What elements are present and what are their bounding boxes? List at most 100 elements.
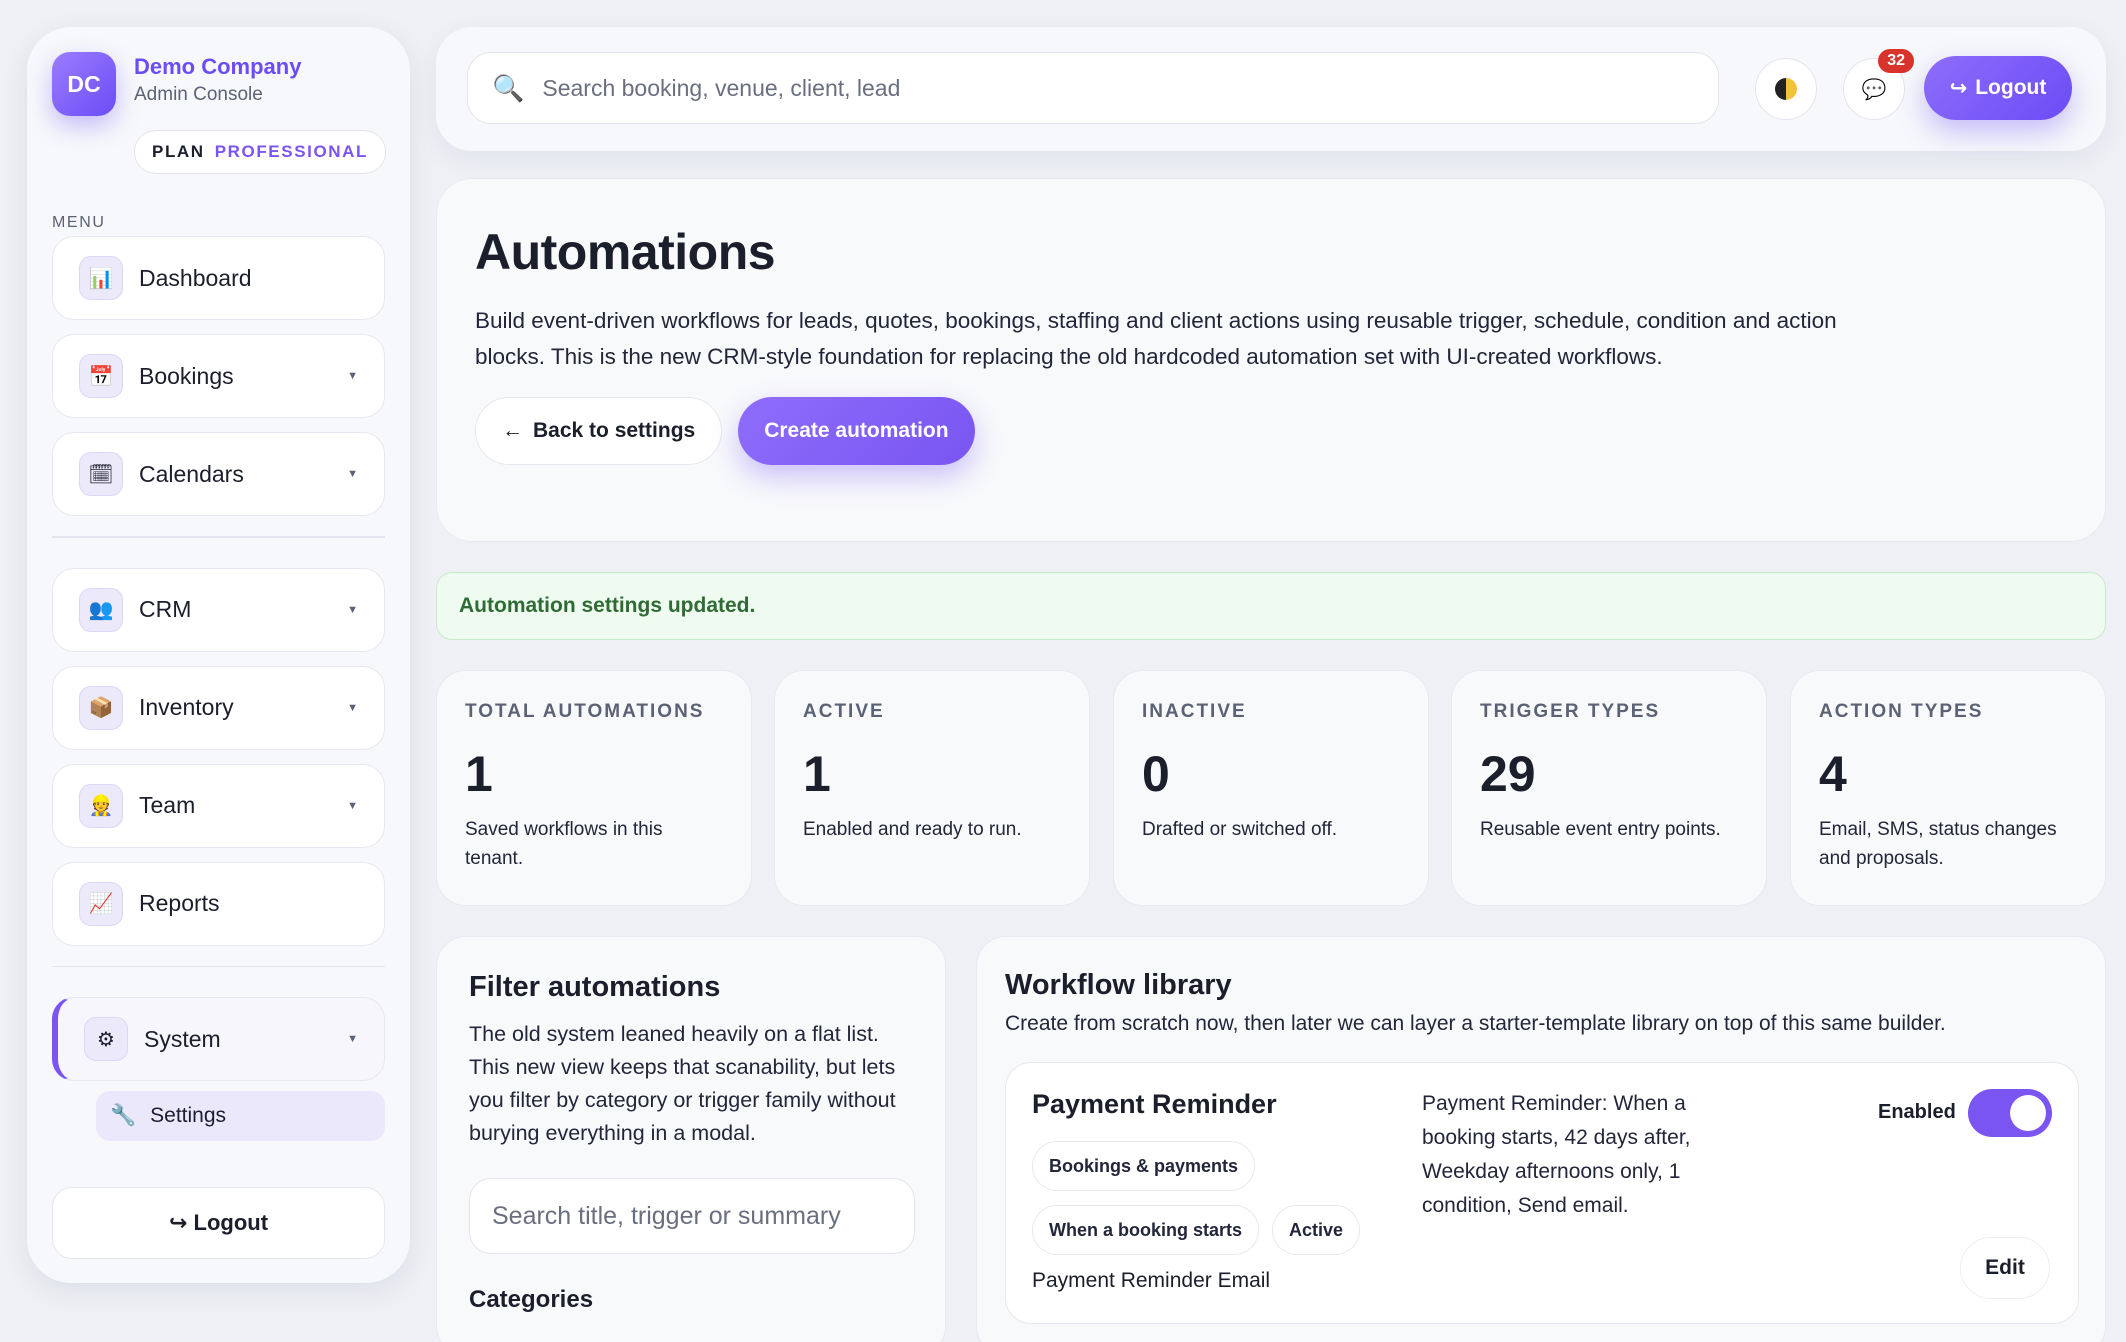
stat-label: ACTIVE xyxy=(803,701,885,722)
sidebar-nav: 📊 Dashboard 📅 Bookings ▼ 🗓 Calendars ▼ 👥… xyxy=(52,236,385,1141)
filter-panel: Filter automations The old system leaned… xyxy=(436,936,946,1342)
success-alert: Automation settings updated. xyxy=(436,572,2106,640)
sidebar-item-system[interactable]: ⚙ System ▼ xyxy=(52,997,385,1081)
status-tag: Active xyxy=(1272,1205,1361,1255)
stat-label: TOTAL AUTOMATIONS xyxy=(465,701,705,722)
sidebar-item-label: Bookings xyxy=(139,362,234,389)
caret-down-icon: ▼ xyxy=(347,370,358,382)
stat-description: Saved workflows in this tenant. xyxy=(465,819,663,869)
workflow-email-name: Payment Reminder Email xyxy=(1032,1269,1271,1292)
sidebar-item-team[interactable]: 👷 Team ▼ xyxy=(52,763,385,848)
stat-card-active: ACTIVE 1 Enabled and ready to run. xyxy=(774,670,1090,906)
sidebar: DC Demo Company Admin Console PLAN PROFE… xyxy=(27,27,410,1283)
filter-search-input[interactable] xyxy=(492,1201,892,1231)
create-automation-button[interactable]: Create automation xyxy=(738,397,975,465)
sidebar-item-bookings[interactable]: 📅 Bookings ▼ xyxy=(52,334,385,418)
back-label: Back to settings xyxy=(533,419,696,442)
sidebar-item-label: Reports xyxy=(139,890,220,916)
sidebar-item-inventory[interactable]: 📦 Inventory ▼ xyxy=(52,665,385,750)
gear-icon: ⚙ xyxy=(84,1017,128,1061)
search-icon: 🔍 xyxy=(492,72,525,103)
back-to-settings-button[interactable]: ← Back to settings xyxy=(475,397,723,465)
sidebar-item-label: Team xyxy=(139,792,196,818)
stat-description: Email, SMS, status changes and proposals… xyxy=(1819,819,2057,869)
sidebar-subitem-label: Settings xyxy=(150,1104,227,1127)
sidebar-item-reports[interactable]: 📈 Reports xyxy=(52,861,385,946)
filter-title: Filter automations xyxy=(469,971,721,1003)
caret-down-icon: ▼ xyxy=(347,799,358,812)
logout-icon: ↪ xyxy=(1949,76,1968,100)
stat-card-trigger-types: TRIGGER TYPES 29 Reusable event entry po… xyxy=(1451,670,1767,906)
page-header: Automations Build event-driven workflows… xyxy=(436,178,2106,542)
caret-down-icon: ▼ xyxy=(347,1033,358,1045)
stat-label: TRIGGER TYPES xyxy=(1480,701,1661,722)
sidebar-item-crm[interactable]: 👥 CRM ▼ xyxy=(52,567,385,652)
caret-down-icon: ▼ xyxy=(347,701,358,714)
plan-label: PLAN xyxy=(152,142,205,161)
workflow-summary: Payment Reminder: When a booking starts,… xyxy=(1422,1092,1691,1217)
theme-icon xyxy=(1775,78,1797,100)
library-subtitle: Create from scratch now, then later we c… xyxy=(1005,1012,1946,1035)
company-subtitle: Admin Console xyxy=(134,84,263,105)
calendar-page-icon: 🗓 xyxy=(79,452,123,496)
notification-badge: 32 xyxy=(1878,49,1914,73)
page-description: Build event-driven workflows for leads, … xyxy=(475,308,1837,369)
stat-value: 29 xyxy=(1480,746,1536,802)
library-title: Workflow library xyxy=(1005,969,1232,1001)
stat-label: ACTION TYPES xyxy=(1819,701,1984,722)
enabled-toggle[interactable] xyxy=(1968,1089,2052,1137)
stat-description: Drafted or switched off. xyxy=(1142,819,1338,840)
caret-down-icon: ▼ xyxy=(347,468,358,480)
filter-search[interactable] xyxy=(469,1178,915,1254)
menu-title: MENU xyxy=(52,214,106,231)
company-logo: DC xyxy=(52,52,116,116)
caret-down-icon: ▼ xyxy=(347,603,358,616)
stat-card-total: TOTAL AUTOMATIONS 1 Saved workflows in t… xyxy=(436,670,752,906)
workflow-card[interactable]: Payment Reminder Bookings & payments Whe… xyxy=(1005,1062,2079,1324)
logout-label: Logout xyxy=(193,1210,269,1235)
search-input[interactable] xyxy=(542,74,1694,102)
stat-value: 4 xyxy=(1819,746,1847,802)
logout-label: Logout xyxy=(1975,76,2047,99)
header-actions: ← Back to settings Create automation xyxy=(475,397,2067,465)
sidebar-item-dashboard[interactable]: 📊 Dashboard xyxy=(52,236,385,320)
stat-value: 1 xyxy=(465,746,493,802)
enabled-label: Enabled xyxy=(1878,1101,1956,1123)
edit-workflow-button[interactable]: Edit xyxy=(1960,1237,2050,1299)
sidebar-item-label: Inventory xyxy=(139,694,234,720)
plan-badge: PLAN PROFESSIONAL xyxy=(134,130,387,174)
global-search[interactable]: 🔍 xyxy=(467,52,1719,124)
chat-bubble-icon: 💬 xyxy=(1861,78,1887,101)
sidebar-item-calendars[interactable]: 🗓 Calendars ▼ xyxy=(52,432,385,516)
logout-icon: ↪ xyxy=(168,1210,194,1235)
page-title: Automations xyxy=(475,224,776,280)
theme-toggle-button[interactable] xyxy=(1755,58,1817,120)
stat-description: Enabled and ready to run. xyxy=(803,819,1022,840)
users-icon: 👥 xyxy=(79,587,123,632)
sidebar-logout-button[interactable]: ↪ Logout xyxy=(52,1187,385,1259)
workflow-library: Workflow library Create from scratch now… xyxy=(976,936,2106,1342)
wrench-icon: 🔧 xyxy=(110,1104,137,1127)
sidebar-subitem-settings[interactable]: 🔧 Settings xyxy=(96,1091,385,1141)
package-icon: 📦 xyxy=(79,685,123,730)
plan-value: PROFESSIONAL xyxy=(214,142,369,161)
logout-button[interactable]: ↪ Logout xyxy=(1924,56,2072,120)
stat-card-action-types: ACTION TYPES 4 Email, SMS, status change… xyxy=(1790,670,2106,906)
workflow-name: Payment Reminder xyxy=(1032,1089,1277,1119)
topbar: 🔍 💬 32 ↪ Logout xyxy=(436,27,2106,151)
team-member-icon: 👷 xyxy=(79,783,123,828)
sidebar-item-label: Dashboard xyxy=(139,264,252,291)
divider xyxy=(52,536,385,538)
stats-row: TOTAL AUTOMATIONS 1 Saved workflows in t… xyxy=(436,670,2106,906)
categories-title: Categories xyxy=(469,1286,594,1313)
stat-label: INACTIVE xyxy=(1142,701,1247,722)
messages-button[interactable]: 💬 32 xyxy=(1843,49,1914,120)
line-chart-icon: 📈 xyxy=(79,881,123,926)
bar-chart-icon: 📊 xyxy=(79,256,123,300)
trigger-tag: When a booking starts xyxy=(1032,1205,1260,1255)
category-tag: Bookings & payments xyxy=(1032,1141,1256,1191)
stat-card-inactive: INACTIVE 0 Drafted or switched off. xyxy=(1113,670,1429,906)
sidebar-item-label: Calendars xyxy=(139,460,244,487)
calendar-icon: 📅 xyxy=(79,354,123,398)
arrow-left-icon: ← xyxy=(502,419,523,442)
